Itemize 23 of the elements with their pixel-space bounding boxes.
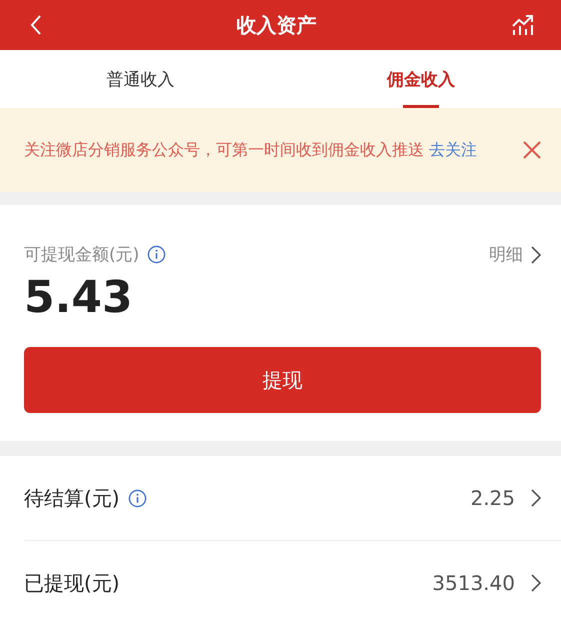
chevron-right-icon xyxy=(531,246,541,264)
row-label: 已提现(元) xyxy=(24,570,120,596)
chevron-right-icon xyxy=(531,574,541,592)
follow-link[interactable]: 去关注 xyxy=(429,140,478,159)
tab[interactable]: 佣金收入 xyxy=(280,50,561,108)
chart-icon[interactable] xyxy=(511,14,535,36)
info-icon[interactable] xyxy=(147,245,166,264)
row-value: 2.25 xyxy=(470,486,515,510)
balance-label: 可提现金额(元) xyxy=(24,244,140,266)
withdraw-button[interactable]: 提现 xyxy=(24,347,541,413)
close-icon[interactable] xyxy=(523,141,541,159)
detail-link[interactable]: 明细 xyxy=(489,243,541,266)
notice-text: 关注微店分销服务公众号，可第一时间收到佣金收入推送 去关注 xyxy=(24,139,478,161)
balance-amount: 5.43 xyxy=(24,272,134,323)
page-title: 收入资产 xyxy=(236,12,316,38)
list-row[interactable]: 已提现(元) 3513.40 xyxy=(24,541,561,623)
row-label: 待结算(元) xyxy=(24,484,120,512)
row-value: 3513.40 xyxy=(432,571,515,595)
chevron-right-icon xyxy=(531,489,541,507)
tab[interactable]: 普通收入 xyxy=(0,50,280,108)
info-icon[interactable] xyxy=(128,488,147,508)
list-row[interactable]: 待结算(元) 2.25 xyxy=(24,456,561,541)
back-icon[interactable] xyxy=(30,15,42,35)
